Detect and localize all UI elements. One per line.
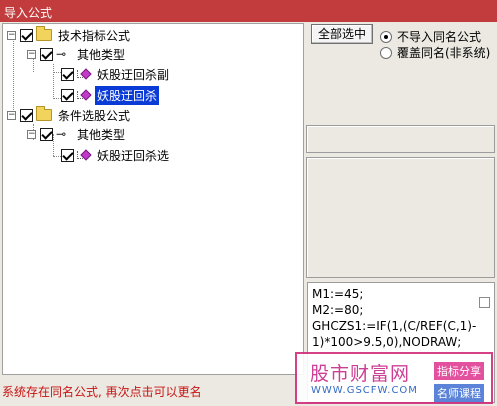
key-icon: ⊸ — [56, 47, 67, 61]
tree-node-cond-item1[interactable]: 妖股迂回杀选 — [61, 146, 171, 164]
code-line: M1:=45; — [312, 287, 364, 301]
import-formula-window: 导入公式 − 技术指标公式 − ⊸ 其他类型 妖股迂回杀副 妖股迂回杀 − 条件… — [0, 0, 497, 406]
checkbox-checked-icon[interactable] — [20, 28, 33, 42]
tree-node-tech-group[interactable]: − 技术指标公式 — [7, 26, 132, 44]
tree-node-cond-group[interactable]: − 条件选股公式 — [7, 106, 132, 124]
watermark-tag: 指标分享 — [434, 362, 484, 380]
collapse-icon[interactable]: − — [7, 110, 16, 120]
checkbox-checked-icon[interactable] — [40, 47, 53, 61]
window-title: 导入公式 — [4, 6, 53, 20]
info-box-top — [306, 125, 495, 153]
tree-label: 技术指标公式 — [58, 28, 131, 43]
collapse-icon[interactable]: − — [27, 49, 36, 59]
code-line: GHCZS1:=IF(1,(C/REF(C,1)- — [312, 319, 477, 333]
tree-label: 妖股迂回杀选 — [97, 148, 170, 163]
radio-no-import[interactable]: 不导入同名公式 — [380, 28, 481, 45]
radio-unselected-icon[interactable] — [380, 46, 392, 59]
watermark-title: 股市财富网 — [310, 363, 411, 385]
tree-label: 妖股迂回杀副 — [97, 67, 170, 82]
code-line: 1)*100>9.5,0),NODRAW; — [312, 335, 462, 349]
key-icon: ⊸ — [56, 127, 67, 141]
watermark-url: WWW.GSCFW.COM — [311, 385, 418, 396]
radio-selected-icon[interactable] — [380, 30, 392, 43]
tree-label: 其他类型 — [77, 47, 126, 62]
tree-node-cond-other[interactable]: − ⊸ 其他类型 — [27, 125, 127, 143]
tree-label: 其他类型 — [77, 127, 126, 142]
code-line: M2:=80; — [312, 303, 364, 317]
collapse-icon[interactable]: − — [27, 129, 36, 139]
code-checkbox[interactable] — [479, 297, 490, 308]
radio-label: 覆盖同名(非系统) — [397, 46, 491, 60]
radio-overwrite[interactable]: 覆盖同名(非系统) — [380, 44, 490, 61]
folder-icon — [36, 26, 52, 41]
formula-gem-icon — [77, 89, 92, 101]
formula-tree[interactable]: − 技术指标公式 − ⊸ 其他类型 妖股迂回杀副 妖股迂回杀 − 条件选股公式 — [2, 23, 304, 375]
tree-node-tech-item1[interactable]: 妖股迂回杀副 — [61, 65, 171, 83]
checkbox-checked-icon[interactable] — [61, 148, 74, 162]
watermark-logo: 股市财富网 指标分享 WWW.GSCFW.COM 名师课程 — [295, 352, 493, 404]
tree-label-selected: 妖股迂回杀 — [95, 85, 160, 105]
folder-icon — [36, 106, 52, 121]
info-box-middle — [306, 157, 495, 278]
checkbox-checked-icon[interactable] — [61, 67, 74, 81]
collapse-icon[interactable]: − — [7, 30, 16, 40]
select-all-button[interactable]: 全部选中 — [311, 24, 373, 44]
checkbox-checked-icon[interactable] — [40, 127, 53, 141]
formula-gem-icon — [77, 68, 92, 80]
checkbox-checked-icon[interactable] — [20, 108, 33, 122]
checkbox-checked-icon[interactable] — [61, 88, 74, 102]
radio-label: 不导入同名公式 — [397, 30, 482, 44]
tree-node-tech-other[interactable]: − ⊸ 其他类型 — [27, 45, 127, 63]
formula-gem-icon — [77, 149, 92, 161]
title-bar: 导入公式 — [0, 0, 497, 22]
tree-node-tech-item2[interactable]: 妖股迂回杀 — [61, 85, 160, 105]
status-message: 系统存在同名公式, 再次点击可以更名 — [2, 385, 202, 399]
watermark-tag: 名师课程 — [434, 384, 484, 402]
tree-label: 条件选股公式 — [58, 108, 131, 123]
